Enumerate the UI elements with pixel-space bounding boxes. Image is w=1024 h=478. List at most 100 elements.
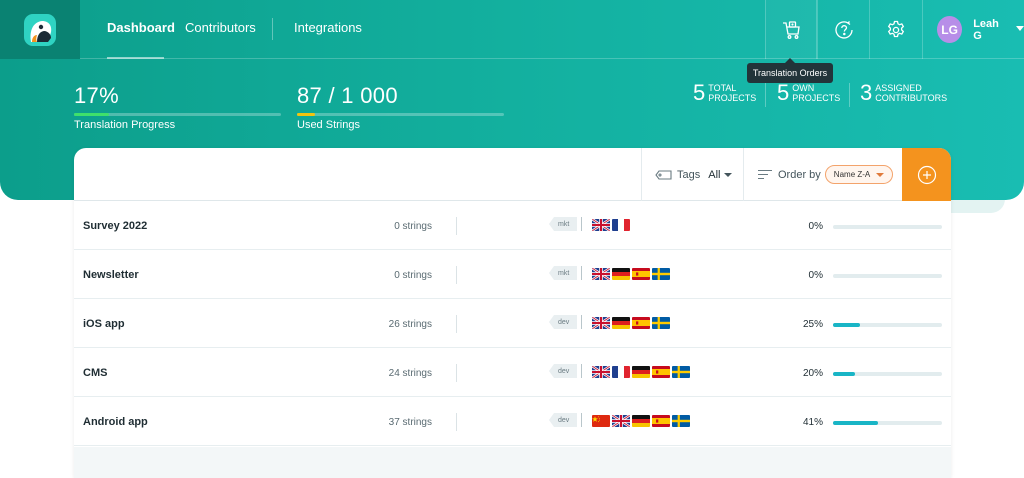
summary-divider (849, 83, 850, 107)
project-languages (592, 366, 692, 378)
summary-divider (765, 83, 766, 107)
project-strings-count: 0 strings (394, 221, 432, 232)
flag-gb-icon (592, 317, 610, 329)
flag-es-icon (652, 415, 670, 427)
gear-icon (887, 20, 904, 37)
row-divider (456, 364, 457, 382)
project-tag: dev (549, 413, 578, 427)
add-project-button[interactable] (902, 148, 951, 201)
nav-active-underline (107, 57, 164, 59)
tags-filter[interactable]: Tags All (655, 148, 733, 201)
project-progress-percent: 41% (802, 417, 823, 428)
flag-gb-icon (592, 268, 610, 280)
project-progress-percent: 25% (802, 319, 823, 330)
tag-divider (581, 315, 582, 329)
flag-de-icon (632, 366, 650, 378)
project-row[interactable]: CMS 24 strings dev 20% (74, 348, 951, 397)
flag-es-icon (652, 366, 670, 378)
translation-orders-button[interactable] (765, 0, 817, 59)
user-name: Leah G (973, 17, 999, 42)
total-projects-count: 5 (693, 80, 706, 105)
nav-contributors[interactable]: Contributors (185, 20, 256, 35)
tag-divider (581, 217, 582, 231)
project-progress-fill (833, 323, 861, 327)
projects-toolbar: Tags All Order by Name Z-A (74, 148, 951, 201)
row-divider (456, 217, 457, 235)
total-projects-label: TOTAL PROJECTS (708, 83, 757, 103)
chevron-down-icon (724, 172, 733, 177)
help-button[interactable] (817, 0, 869, 59)
project-languages (592, 317, 672, 329)
project-progress-bar (833, 421, 942, 425)
project-progress-bar (833, 225, 942, 229)
flag-es-icon (632, 317, 650, 329)
tag-divider (581, 266, 582, 280)
user-menu[interactable]: LG Leah G (922, 0, 1024, 59)
nav-dashboard[interactable]: Dashboard (107, 20, 175, 35)
flag-fr-icon (612, 366, 630, 378)
project-name[interactable]: Newsletter (83, 269, 139, 281)
project-tag: mkt (549, 217, 578, 231)
projects-panel: Tags All Order by Name Z-A Survey 2022 0 … (74, 148, 951, 478)
project-strings-count: 24 strings (388, 368, 432, 379)
flag-se-icon (672, 366, 690, 378)
flag-se-icon (652, 317, 670, 329)
project-languages (592, 268, 672, 280)
project-row[interactable]: Android app 37 strings dev 41% (74, 397, 951, 446)
app-logo[interactable] (0, 0, 80, 59)
translation-progress-label: Translation Progress (74, 119, 176, 131)
toolbar-divider (641, 148, 642, 201)
order-by-select[interactable]: Name Z-A (824, 165, 894, 184)
settings-button[interactable] (869, 0, 921, 59)
top-navbar: Dashboard Contributors Integrations LG L… (0, 0, 1024, 59)
toolbar-divider (743, 148, 744, 201)
order-by-sort[interactable]: Order by Name Z-A (757, 148, 894, 201)
own-projects-count: 5 (777, 80, 790, 105)
translation-progress-bar (74, 113, 281, 116)
flag-gb-icon (612, 415, 630, 427)
tag-divider (581, 364, 582, 378)
project-name[interactable]: Android app (83, 416, 148, 428)
project-progress-fill (833, 421, 878, 425)
nav-integrations[interactable]: Integrations (294, 20, 362, 35)
translation-progress-fill (74, 113, 110, 116)
own-projects-summary: 5 OWN PROJECTS (777, 80, 840, 106)
project-row[interactable]: iOS app 26 strings dev 25% (74, 299, 951, 348)
project-progress-fill (833, 372, 855, 376)
nav-divider (272, 18, 273, 40)
used-strings-bar (297, 113, 504, 116)
flag-de-icon (632, 415, 650, 427)
flag-gb-icon (592, 219, 610, 231)
flag-es-icon (632, 268, 650, 280)
flag-de-icon (612, 268, 630, 280)
tag-divider (581, 413, 582, 427)
row-divider (456, 413, 457, 431)
project-name[interactable]: iOS app (83, 318, 125, 330)
project-row[interactable]: Survey 2022 0 strings mkt 0% (74, 201, 951, 250)
project-progress-percent: 20% (802, 368, 823, 379)
translation-progress-stat: 17% Translation Progress (74, 83, 281, 131)
project-progress-bar (833, 372, 942, 376)
project-progress-percent: 0% (808, 270, 823, 281)
avatar: LG (937, 16, 963, 43)
total-projects-summary: 5 TOTAL PROJECTS (693, 80, 756, 106)
cart-icon (783, 20, 800, 39)
flag-gb-icon (592, 366, 610, 378)
project-strings-count: 37 strings (388, 417, 432, 428)
tags-filter-label: Tags (677, 168, 701, 181)
used-strings-stat: 87 / 1 000 Used Strings (297, 83, 504, 131)
assigned-contributors-summary: 3 ASSIGNED CONTRIBUTORS (860, 80, 947, 106)
assigned-contributors-count: 3 (860, 80, 873, 105)
project-progress-bar (833, 274, 942, 278)
project-name[interactable]: CMS (83, 367, 107, 379)
tag-icon (655, 169, 672, 180)
flag-de-icon (612, 317, 630, 329)
project-name[interactable]: Survey 2022 (83, 220, 147, 232)
flag-fr-icon (612, 219, 630, 231)
project-strings-count: 0 strings (394, 270, 432, 281)
flag-se-icon (652, 268, 670, 280)
flag-cn-icon (592, 415, 610, 427)
panel-footer (74, 447, 951, 478)
project-row[interactable]: Newsletter 0 strings mkt 0% (74, 250, 951, 299)
project-progress-bar (833, 323, 942, 327)
